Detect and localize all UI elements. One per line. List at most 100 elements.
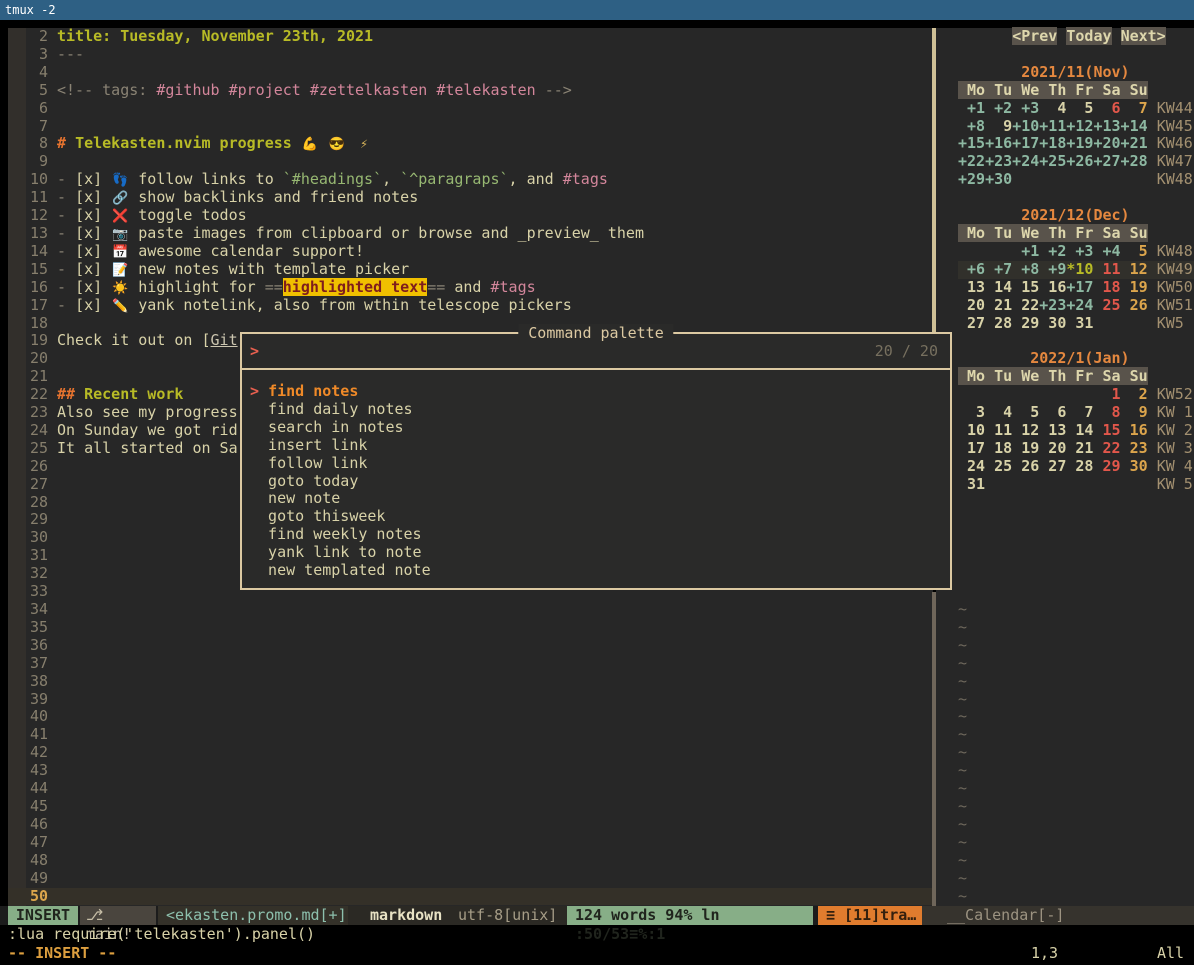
calendar-row[interactable] [958, 565, 1194, 583]
editor-line[interactable]: 5<!-- tags: #github #project #zettelkast… [8, 82, 933, 100]
emoji-icon: 👣 [111, 172, 129, 190]
editor-line[interactable]: 13- [x] 📷 paste images from clipboard or… [8, 225, 933, 243]
text-segment: - [57, 260, 75, 278]
editor-line[interactable]: 34 [8, 601, 933, 619]
calendar-row[interactable]: Mo Tu We Th Fr Sa Su [958, 82, 1194, 100]
palette-item-label: find notes [268, 382, 358, 400]
palette-item[interactable]: new note [242, 490, 950, 508]
calendar-row[interactable]: 17 18 19 20 21 22 23 KW 3 [958, 440, 1194, 458]
editor-line[interactable]: 36 [8, 637, 933, 655]
editor-line[interactable]: 41 [8, 726, 933, 744]
editor-line[interactable]: 7 [8, 118, 933, 136]
calendar-row[interactable]: +1 +2 +3 +4 5 KW48 [958, 243, 1194, 261]
text-segment: highlighted text [283, 278, 428, 296]
editor-line[interactable]: 15- [x] 📝 new notes with template picker [8, 261, 933, 279]
calendar-row[interactable]: 2021/11(Nov) [958, 64, 1194, 82]
calendar-days [319, 134, 328, 152]
editor-line[interactable]: 43 [8, 762, 933, 780]
tilde-marker: ~ [958, 869, 967, 887]
calendar-window[interactable]: <Prev Today Next> 2021/11(Nov) Mo Tu We … [936, 28, 1194, 906]
calendar-row[interactable]: 24 25 26 27 28 29 30 KW 4 [958, 458, 1194, 476]
editor-line[interactable]: 49 [8, 870, 933, 888]
calendar-row[interactable]: 20 21 22+23+24 25 26 KW51 [958, 297, 1194, 315]
editor-line[interactable]: 37 [8, 655, 933, 673]
editor-line[interactable]: 4 [8, 64, 933, 82]
palette-item[interactable]: find daily notes [242, 401, 950, 419]
calendar-row[interactable]: +15+16+17+18+19+20+21 KW46 [958, 135, 1194, 153]
text-segment: #telekasten [436, 81, 535, 99]
calendar-row[interactable] [958, 583, 1194, 601]
editor-line[interactable]: 6 [8, 100, 933, 118]
palette-item[interactable]: search in notes [242, 419, 950, 437]
editor-line[interactable]: 11- [x] 🔗 show backlinks and friend note… [8, 189, 933, 207]
calendar-row[interactable]: 27 28 29 30 31 KW5 [958, 315, 1194, 333]
text-segment: ## [57, 385, 84, 403]
editor-line[interactable]: 42 [8, 744, 933, 762]
diagnostics-segment[interactable]: ≡ [11]tra… [818, 906, 922, 925]
calendar-row[interactable]: 31 KW 5 [958, 476, 1194, 494]
today-button[interactable]: Today [1066, 27, 1111, 45]
calendar-row[interactable]: +8 9+10+11+12+13+14 KW45 [958, 118, 1194, 136]
calendar-row[interactable]: Mo Tu We Th Fr Sa Su [958, 368, 1194, 386]
calendar-row[interactable]: <Prev Today Next> [958, 28, 1194, 46]
calendar-row[interactable] [958, 494, 1194, 512]
editor-line[interactable]: 48 [8, 852, 933, 870]
calendar-row[interactable] [958, 511, 1194, 529]
palette-item[interactable]: new templated note [242, 562, 950, 580]
calendar-row[interactable]: 13 14 15 16+17 18 19 KW50 [958, 279, 1194, 297]
editor-line[interactable]: 9 [8, 153, 933, 171]
emoji-icon: 📝 [111, 262, 129, 280]
next-button[interactable]: Next> [1121, 27, 1166, 45]
palette-item[interactable]: > find notes [242, 383, 950, 401]
calendar-row[interactable]: 10 11 12 13 14 15 16 KW 2 [958, 422, 1194, 440]
editor-line[interactable]: 35 [8, 619, 933, 637]
calendar-days: [x] [75, 296, 111, 314]
calendar-row[interactable] [958, 332, 1194, 350]
editor-line[interactable]: 14- [x] 📅 awesome calendar support! [8, 243, 933, 261]
calendar-row[interactable] [958, 547, 1194, 565]
editor-line[interactable]: 47 [8, 834, 933, 852]
editor-line[interactable]: 39 [8, 691, 933, 709]
text-segment: --> [545, 81, 572, 99]
editor-line[interactable]: 38 [8, 673, 933, 691]
calendar-row[interactable]: Mo Tu We Th Fr Sa Su [958, 225, 1194, 243]
palette-item[interactable]: goto today [242, 473, 950, 491]
calendar-row[interactable]: 2021/12(Dec) [958, 207, 1194, 225]
prev-button[interactable]: <Prev [1012, 27, 1057, 45]
editor-line[interactable]: 44 [8, 780, 933, 798]
calendar-row[interactable] [958, 529, 1194, 547]
command-line[interactable]: :lua require('telekasten').panel() [8, 925, 1194, 944]
palette-item-label: new templated note [250, 561, 431, 579]
editor-line[interactable]: 12- [x] ❌ toggle todos [8, 207, 933, 225]
palette-item[interactable]: goto thisweek [242, 508, 950, 526]
palette-input[interactable]: > 20 / 20 [242, 334, 950, 370]
calendar-row[interactable]: +1 +2 +3 4 5 6 7 KW44 [958, 100, 1194, 118]
calendar-row[interactable]: 2022/1(Jan) [958, 350, 1194, 368]
calendar-row[interactable] [958, 189, 1194, 207]
editor-line[interactable]: 18 [8, 315, 933, 333]
editor-line[interactable]: 10- [x] 👣 follow links to `#headings`, `… [8, 171, 933, 189]
calendar-row[interactable] [958, 46, 1194, 64]
line-number: 21 [8, 368, 48, 386]
editor-line[interactable]: 40 [8, 708, 933, 726]
calendar-row[interactable]: 3 4 5 6 7 8 9 KW 1 [958, 404, 1194, 422]
calendar-row[interactable]: +22+23+24+25+26+27+28 KW47 [958, 153, 1194, 171]
text-segment: - [57, 170, 75, 188]
palette-item[interactable]: yank link to note [242, 544, 950, 562]
palette-item[interactable]: follow link [242, 455, 950, 473]
palette-item[interactable]: find weekly notes [242, 526, 950, 544]
editor-line[interactable]: 17- [x] ✏️ yank notelink, also from wthi… [8, 297, 933, 315]
palette-item[interactable]: insert link [242, 437, 950, 455]
editor-line[interactable]: 16- [x] ☀️ highlight for ==highlighted t… [8, 279, 933, 297]
editor-line[interactable]: 8# Telekasten.nvim progress 💪 😎 ⚡ [8, 135, 933, 153]
editor-line[interactable]: 46 [8, 816, 933, 834]
line-number: 32 [8, 565, 48, 583]
calendar-row[interactable]: 1 2 KW52 [958, 386, 1194, 404]
editor-line[interactable]: 45 [8, 798, 933, 816]
empty-buffer-line: ~ [958, 888, 1194, 906]
editor-cursor-line[interactable]: 50 [8, 888, 933, 906]
calendar-current-week-row[interactable]: +6 +7 +8 +9*10 11 12 KW49 [958, 261, 1194, 279]
calendar-row[interactable]: +29+30 KW48 [958, 171, 1194, 189]
editor-line[interactable]: 3--- [8, 46, 933, 64]
editor-line[interactable]: 2title: Tuesday, November 23th, 2021 [8, 28, 933, 46]
